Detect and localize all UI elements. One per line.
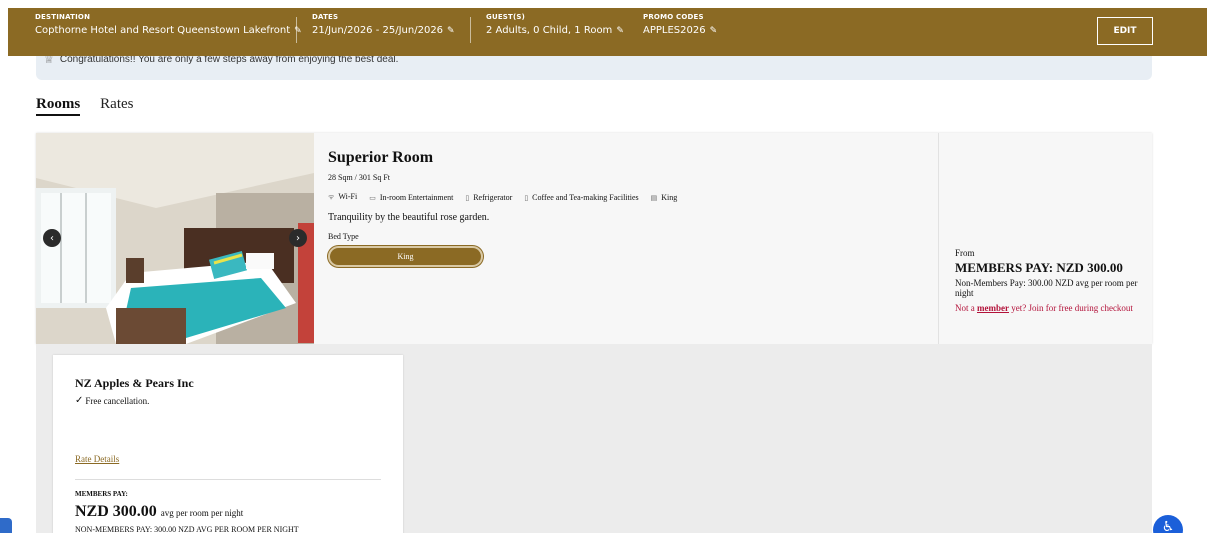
guests-label: GUEST(S) bbox=[486, 13, 526, 21]
cancellation-policy: ✓ Free cancellation. bbox=[75, 395, 149, 406]
amenity-refrigerator: ▯ Refrigerator bbox=[465, 193, 512, 202]
non-members-pay-label: NON-MEMBERS PAY: 300.00 NZD AVG PER ROOM… bbox=[75, 525, 299, 533]
amenity-label: King bbox=[661, 192, 678, 202]
view-tabs: Rooms Rates bbox=[36, 96, 134, 116]
from-label: From bbox=[955, 248, 975, 258]
room-size: 28 Sqm / 301 Sq Ft bbox=[328, 173, 391, 182]
amenity-label: Wi-Fi bbox=[338, 192, 358, 201]
room-card: ‹ › Superior Room 28 Sqm / 301 Sq Ft ᯤ Wi… bbox=[36, 133, 1152, 344]
wifi-icon: ᯤ bbox=[328, 193, 335, 201]
checkmark-icon: ✓ bbox=[75, 395, 84, 406]
dates-value: 21/Jun/2026 - 25/Jun/2026 bbox=[312, 25, 444, 36]
member-join-text: Not a member yet? Join for free during c… bbox=[955, 303, 1145, 313]
amenity-entertainment: ▭ In-room Entertainment bbox=[369, 193, 453, 202]
edit-button[interactable]: EDIT bbox=[1097, 17, 1153, 45]
amenity-coffee: ▯ Coffee and Tea-making Facilities bbox=[524, 193, 638, 202]
amenity-bed: ▤ King bbox=[651, 193, 678, 202]
promo-label: PROMO CODES bbox=[643, 13, 704, 21]
carousel-next-button[interactable]: › bbox=[289, 229, 307, 247]
divider bbox=[75, 479, 381, 480]
deal-notice: ♕ Congratulations!! You are only a few s… bbox=[36, 56, 1152, 80]
destination-value: Copthorne Hotel and Resort Queenstown La… bbox=[35, 25, 291, 36]
non-members-price: Non-Members Pay: 300.00 NZD avg per room… bbox=[955, 278, 1138, 298]
member-link[interactable]: member bbox=[977, 303, 1009, 313]
tv-icon: ▭ bbox=[369, 193, 376, 202]
members-price: MEMBERS PAY: NZD 300.00 bbox=[955, 260, 1123, 275]
pencil-icon[interactable]: ✎ bbox=[616, 26, 624, 36]
dates-label: DATES bbox=[312, 13, 339, 21]
bed-option-king[interactable]: King bbox=[328, 246, 483, 267]
bed-type-label: Bed Type bbox=[328, 232, 359, 241]
dates-field[interactable]: DATES 21/Jun/2026 - 25/Jun/2026 ✎ bbox=[312, 13, 455, 36]
notice-text: Congratulations!! You are only a few ste… bbox=[59, 56, 399, 65]
chat-widget-tab[interactable] bbox=[0, 518, 12, 533]
members-pay-label: MEMBERS PAY: bbox=[75, 490, 128, 498]
tab-rates[interactable]: Rates bbox=[100, 96, 133, 116]
room-description: Tranquility by the beautiful rose garden… bbox=[328, 212, 490, 223]
divider bbox=[470, 17, 471, 43]
carousel-prev-button[interactable]: ‹ bbox=[43, 229, 61, 247]
badge-icon: ♕ bbox=[44, 56, 54, 66]
amenity-label: Refrigerator bbox=[473, 192, 513, 202]
amenities-list: ᯤ Wi-Fi ▭ In-room Entertainment ▯ Refrigera… bbox=[328, 192, 928, 202]
room-photo: ‹ › bbox=[36, 133, 314, 344]
kettle-icon: ▯ bbox=[524, 193, 529, 202]
rate-name: NZ Apples & Pears Inc bbox=[75, 376, 194, 390]
fridge-icon: ▯ bbox=[465, 193, 470, 202]
room-name: Superior Room bbox=[328, 149, 434, 166]
amount-suffix: avg per room per night bbox=[160, 508, 244, 518]
room-price-panel: From MEMBERS PAY: NZD 300.00 Non-Members… bbox=[938, 133, 1152, 344]
promo-value: APPLES2026 bbox=[643, 25, 706, 36]
tab-rooms[interactable]: Rooms bbox=[36, 96, 81, 116]
guests-value: 2 Adults, 0 Child, 1 Room bbox=[486, 25, 613, 36]
room-info: Superior Room 28 Sqm / 301 Sq Ft ᯤ Wi-Fi … bbox=[328, 149, 928, 267]
amount-value: NZD 300.00 bbox=[75, 503, 157, 520]
amenity-wifi: ᯤ Wi-Fi bbox=[328, 192, 357, 202]
rate-card: NZ Apples & Pears Inc ✓ Free cancellation… bbox=[53, 355, 403, 533]
divider bbox=[296, 17, 297, 43]
promo-field[interactable]: PROMO CODES APPLES2026 ✎ bbox=[643, 13, 717, 36]
destination-field[interactable]: DESTINATION Copthorne Hotel and Resort Q… bbox=[35, 13, 302, 36]
rate-details-link[interactable]: Rate Details bbox=[75, 454, 119, 464]
pencil-icon[interactable]: ✎ bbox=[447, 26, 455, 36]
amenity-label: In-room Entertainment bbox=[379, 192, 454, 202]
bed-icon: ▤ bbox=[650, 193, 658, 202]
members-pay-amount: NZD 300.00 avg per room per night bbox=[75, 503, 243, 521]
booking-summary-bar: DESTINATION Copthorne Hotel and Resort Q… bbox=[8, 8, 1207, 56]
pencil-icon[interactable]: ✎ bbox=[710, 26, 718, 36]
join-prefix: Not a bbox=[955, 303, 977, 313]
amenity-label: Coffee and Tea-making Facilities bbox=[532, 192, 639, 202]
join-suffix: yet? Join for free during checkout bbox=[1008, 303, 1133, 313]
guests-field[interactable]: GUEST(S) 2 Adults, 0 Child, 1 Room ✎ bbox=[486, 13, 624, 36]
accessibility-icon[interactable]: ♿ bbox=[1153, 515, 1183, 533]
destination-label: DESTINATION bbox=[35, 13, 91, 21]
room-photo-illustration bbox=[36, 133, 314, 344]
rates-section: NZ Apples & Pears Inc ✓ Free cancellation… bbox=[36, 344, 1152, 533]
cancellation-text: Free cancellation. bbox=[85, 395, 150, 406]
